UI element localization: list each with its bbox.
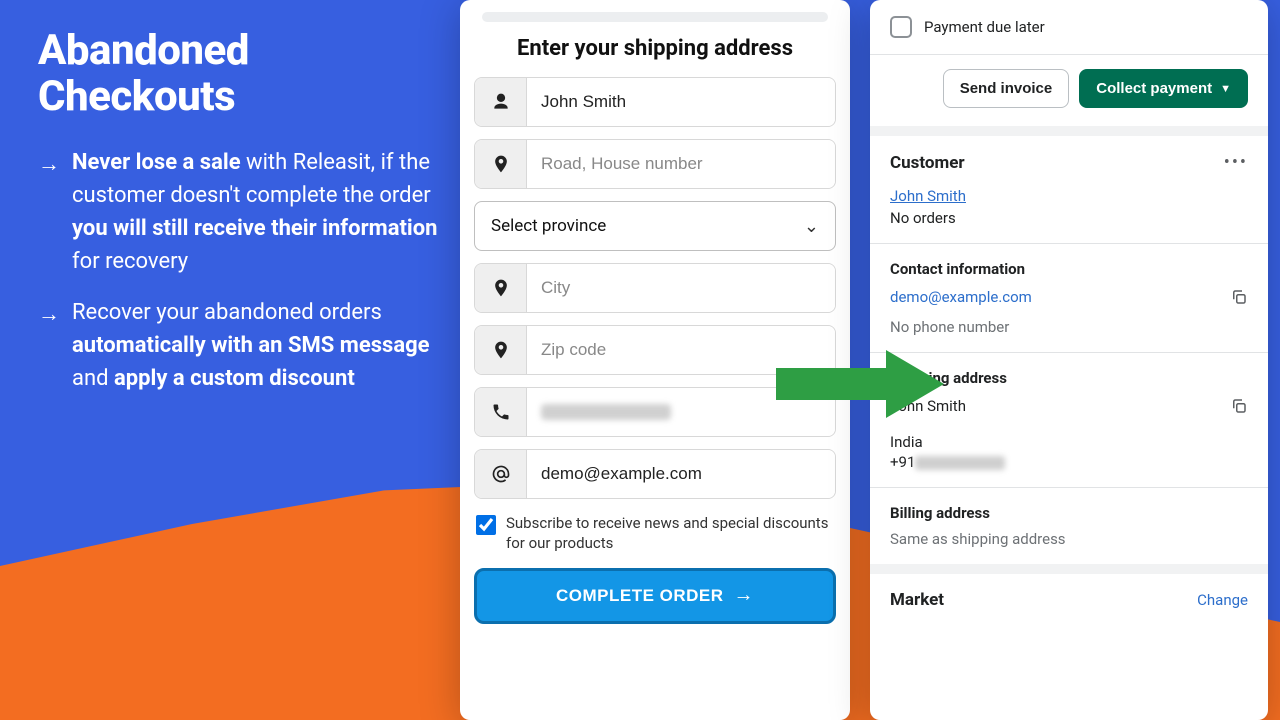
market-change-link[interactable]: Change [1197, 591, 1248, 609]
person-icon [475, 78, 527, 126]
billing-section: Billing address Same as shipping address [870, 488, 1268, 564]
caret-down-icon: ▼ [1220, 83, 1231, 95]
location-icon [475, 326, 527, 374]
customer-name-link[interactable]: John Smith [890, 187, 966, 205]
subscribe-row: Subscribe to receive news and special di… [474, 511, 836, 568]
payment-due-checkbox[interactable] [890, 16, 912, 38]
copy-email-icon[interactable] [1230, 288, 1248, 310]
payment-actions: Send invoice Collect payment ▼ [870, 55, 1268, 126]
promo-bullet-1: Never lose a sale with Releasit, if the … [38, 146, 438, 278]
shipping-country: India [890, 433, 1248, 451]
name-input[interactable] [527, 78, 835, 126]
complete-order-button[interactable]: COMPLETE ORDER → [474, 568, 836, 624]
billing-heading: Billing address [890, 504, 1248, 522]
customer-section: Customer ••• John Smith No orders [870, 136, 1268, 243]
subscribe-checkbox[interactable] [476, 515, 496, 535]
market-heading: Market [890, 590, 944, 610]
shipping-phone-redacted [915, 456, 1005, 470]
contact-heading: Contact information [890, 260, 1248, 278]
payment-due-row: Payment due later [870, 0, 1268, 54]
arrow-right-icon: → [734, 584, 755, 607]
email-input-row [474, 449, 836, 499]
billing-same: Same as shipping address [890, 530, 1248, 548]
promo-bullet-2: Recover your abandoned orders automatica… [38, 296, 438, 395]
city-input[interactable] [527, 264, 835, 312]
shipping-phone: +91 [890, 453, 1248, 471]
at-icon [475, 450, 527, 498]
phone-icon [475, 388, 527, 436]
contact-section: Contact information demo@example.com No … [870, 244, 1268, 352]
contact-no-phone: No phone number [890, 318, 1248, 336]
promo-title-line2: Checkouts [38, 72, 235, 121]
contact-email-link[interactable]: demo@example.com [890, 288, 1032, 306]
form-header-stub [482, 12, 828, 22]
name-input-row [474, 77, 836, 127]
customer-heading: Customer [890, 153, 965, 173]
flow-arrow-icon [776, 344, 946, 428]
city-input-row [474, 263, 836, 313]
payment-due-label: Payment due later [924, 18, 1045, 36]
collect-payment-button[interactable]: Collect payment ▼ [1079, 69, 1248, 108]
complete-order-label: COMPLETE ORDER [556, 586, 724, 606]
collect-payment-label: Collect payment [1096, 80, 1212, 97]
email-input[interactable] [527, 450, 835, 498]
province-label: Select province [491, 216, 606, 236]
send-invoice-button[interactable]: Send invoice [943, 69, 1070, 108]
promo-title-line1: Abandoned [38, 26, 249, 75]
chevron-down-icon: ⌄ [804, 216, 819, 237]
location-icon [475, 140, 527, 188]
promo-title: Abandoned Checkouts [38, 28, 438, 120]
promo-column: Abandoned Checkouts Never lose a sale wi… [38, 28, 438, 413]
form-heading: Enter your shipping address [474, 36, 836, 61]
phone-value-redacted [541, 404, 671, 420]
road-input[interactable] [527, 140, 835, 188]
road-input-row [474, 139, 836, 189]
market-section: Market Change [870, 574, 1268, 626]
location-icon [475, 264, 527, 312]
copy-shipping-icon[interactable] [1230, 397, 1248, 419]
customer-menu-icon[interactable]: ••• [1224, 152, 1248, 173]
province-select[interactable]: Select province ⌄ [474, 201, 836, 251]
subscribe-label: Subscribe to receive news and special di… [506, 513, 834, 554]
customer-no-orders: No orders [890, 209, 1248, 227]
